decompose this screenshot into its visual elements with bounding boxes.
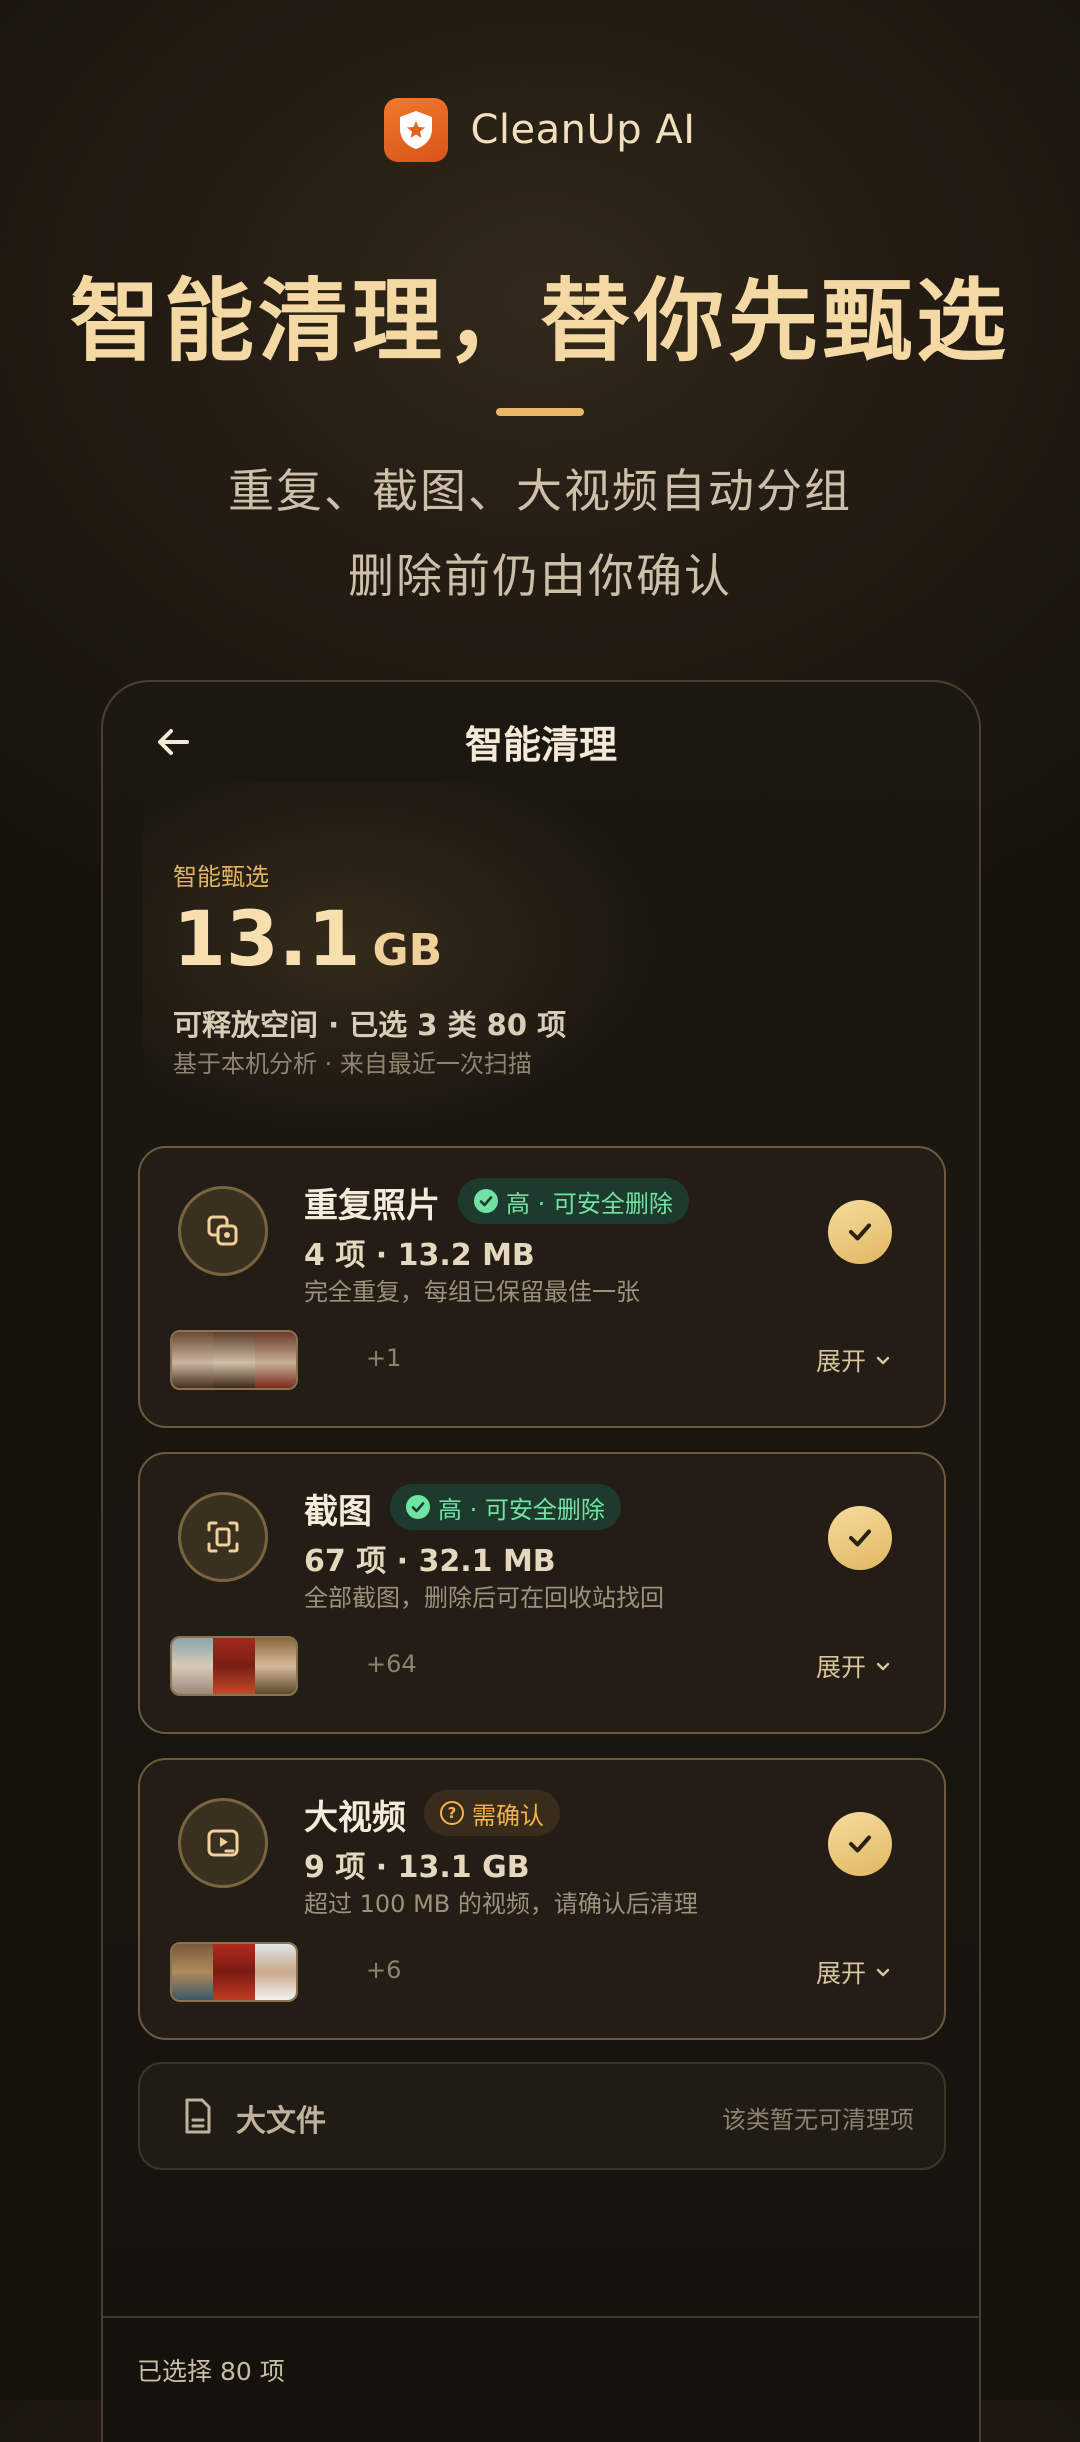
select-checkbox[interactable] xyxy=(828,1506,892,1570)
summary-value: 13.1 GB xyxy=(173,894,442,983)
category-card-large-files: 大文件 该类暂无可清理项 xyxy=(138,2062,946,2170)
thumbnail xyxy=(172,1944,214,2000)
expand-button[interactable]: 展开 xyxy=(816,1648,892,1684)
card-stats: 67 项 · 32.1 MB xyxy=(304,1544,556,1579)
badge-label: 需确认 xyxy=(472,1801,544,1830)
expand-label: 展开 xyxy=(815,1653,866,1682)
status-badge: 高 · 可安全删除 xyxy=(458,1178,689,1224)
brand-header: CleanUp AI xyxy=(0,98,1080,162)
shield-logo-icon xyxy=(384,98,449,162)
card-description: 完全重复，每组已保留最佳一张 xyxy=(304,1278,640,1306)
check-circle-icon xyxy=(406,1495,430,1519)
category-card-duplicates[interactable]: 重复照片 高 · 可安全删除 4 项 · 13.2 MB 完全重复，每组已保留最… xyxy=(138,1146,946,1428)
select-checkbox[interactable] xyxy=(828,1200,892,1264)
thumbnail xyxy=(172,1332,214,1388)
empty-note: 该类暂无可清理项 xyxy=(722,2106,914,2134)
brand-name: CleanUp AI xyxy=(470,107,696,153)
check-circle-icon xyxy=(474,1189,498,1213)
checkmark-icon xyxy=(849,1223,871,1241)
thumbnail xyxy=(213,1638,255,1694)
more-count: +1 xyxy=(366,1344,402,1372)
question-circle-icon: ? xyxy=(440,1801,464,1825)
expand-button[interactable]: 展开 xyxy=(816,1954,892,1990)
checkmark-icon xyxy=(849,1529,871,1547)
expand-label: 展开 xyxy=(815,1959,866,1988)
thumbnail-strip[interactable] xyxy=(170,1330,298,1390)
nav-title: 智能清理 xyxy=(464,723,617,767)
select-checkbox[interactable] xyxy=(828,1812,892,1876)
thumbnail xyxy=(254,1332,296,1388)
summary-label: 智能甄选 xyxy=(173,863,269,891)
phone-screen: 智能清理 智能甄选 13.1 GB 可释放空间 · 已选 3 类 80 项 基于… xyxy=(101,680,981,2442)
thumbnail xyxy=(213,1944,255,2000)
screenshot-icon xyxy=(178,1492,268,1582)
hero-subtitle-line2: 删除前仍由你确认 xyxy=(348,549,732,603)
more-count: +6 xyxy=(366,1956,402,1984)
card-title: 大文件 xyxy=(236,2104,326,2139)
video-icon xyxy=(178,1798,268,1888)
thumbnail xyxy=(254,1638,296,1694)
card-description: 超过 100 MB 的视频，请确认后清理 xyxy=(304,1890,698,1918)
card-description: 全部截图，删除后可在回收站找回 xyxy=(304,1584,664,1612)
summary-description: 可释放空间 · 已选 3 类 80 项 xyxy=(173,1008,567,1042)
thumbnail-strip[interactable] xyxy=(170,1636,298,1696)
hero-divider xyxy=(496,408,584,416)
status-badge: 高 · 可安全删除 xyxy=(390,1484,621,1530)
expand-button[interactable]: 展开 xyxy=(816,1342,892,1378)
category-card-screenshots[interactable]: 截图 高 · 可安全删除 67 项 · 32.1 MB 全部截图，删除后可在回收… xyxy=(138,1452,946,1734)
hero-title: 智能清理，替你先甄选 xyxy=(70,269,1010,374)
checkmark-icon xyxy=(849,1835,871,1853)
card-title: 重复照片 xyxy=(304,1186,440,1226)
thumbnail xyxy=(213,1332,255,1388)
more-count: +64 xyxy=(366,1650,417,1678)
summary-note: 基于本机分析 · 来自最近一次扫描 xyxy=(173,1050,532,1078)
status-badge: ? 需确认 xyxy=(424,1790,560,1836)
card-stats: 4 项 · 13.2 MB xyxy=(304,1238,535,1273)
expand-label: 展开 xyxy=(815,1347,866,1376)
file-icon xyxy=(178,2094,218,2138)
summary-number: 13.1 xyxy=(173,894,361,983)
card-title: 大视频 xyxy=(304,1798,406,1838)
card-stats: 9 项 · 13.1 GB xyxy=(304,1850,530,1885)
thumbnail xyxy=(254,1944,296,2000)
chevron-down-icon xyxy=(876,1662,890,1671)
hero-subtitle-line1: 重复、截图、大视频自动分组 xyxy=(228,464,852,518)
card-title: 截图 xyxy=(304,1492,372,1532)
badge-label: 高 · 可安全删除 xyxy=(438,1495,605,1524)
chevron-down-icon xyxy=(876,1356,890,1365)
chevron-down-icon xyxy=(876,1968,890,1977)
thumbnail-strip[interactable] xyxy=(170,1942,298,2002)
thumbnail xyxy=(172,1638,214,1694)
category-card-large-videos[interactable]: 大视频 ? 需确认 9 项 · 13.1 GB 超过 100 MB 的视频，请确… xyxy=(138,1758,946,2040)
summary-unit: GB xyxy=(372,925,443,976)
selected-count: 已选择 80 项 xyxy=(137,2357,285,2386)
badge-label: 高 · 可安全删除 xyxy=(506,1189,673,1218)
duplicate-icon xyxy=(178,1186,268,1276)
selection-footer: 已选择 80 项 xyxy=(103,2316,979,2442)
